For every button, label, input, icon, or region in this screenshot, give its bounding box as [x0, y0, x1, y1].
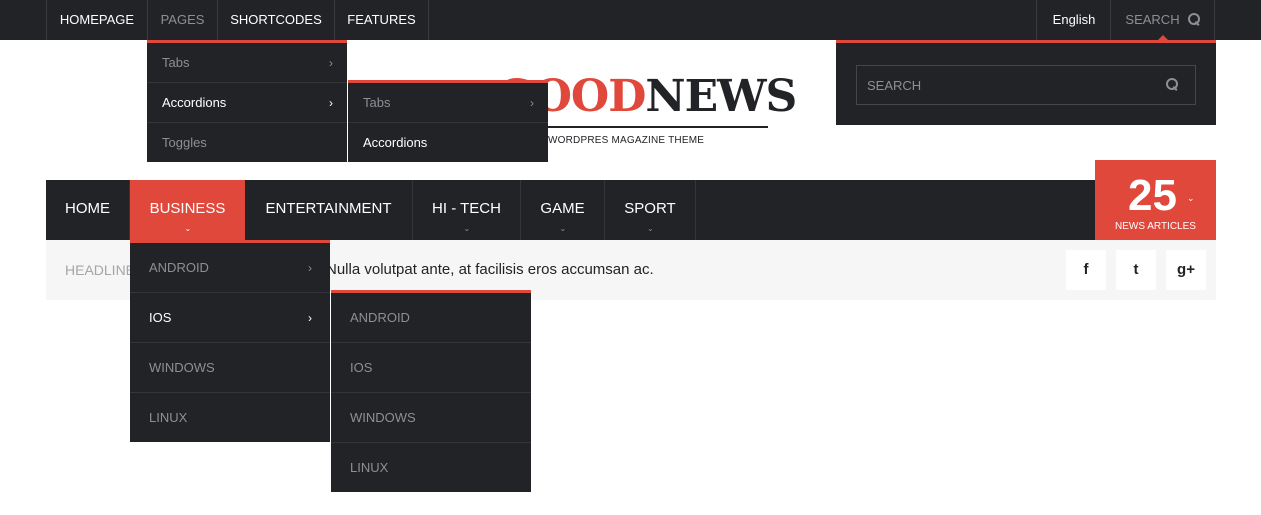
business-submenu-item-ios[interactable]: IOS: [331, 343, 531, 393]
business-menu-item-windows[interactable]: WINDOWS: [130, 343, 330, 393]
business-dropdown: ANDROID › IOS › WINDOWS LINUX: [130, 240, 330, 442]
nav-label: GAME: [540, 200, 585, 217]
pages-menu-item-accordions[interactable]: Accordions ›: [147, 83, 347, 123]
nav-label: BUSINESS: [149, 200, 226, 217]
nav-item-entertainment[interactable]: ENTERTAINMENT: [245, 180, 413, 240]
top-link-features[interactable]: FEATURES: [334, 0, 429, 40]
business-submenu-item-android[interactable]: ANDROID: [331, 293, 531, 343]
pages-menu-item-toggles[interactable]: Toggles: [147, 123, 347, 163]
chevron-down-icon: ⌄: [559, 224, 567, 233]
top-link-shortcodes[interactable]: SHORTCODES: [217, 0, 334, 40]
nav-label: HOME: [65, 200, 110, 217]
chevron-down-icon: ⌄: [1187, 193, 1195, 203]
menu-item-label: ANDROID: [350, 310, 410, 325]
nav-item-game[interactable]: GAME ⌄: [521, 180, 605, 240]
menu-item-label: Tabs: [363, 95, 391, 110]
pages-submenu-item-tabs[interactable]: Tabs ›: [348, 83, 548, 123]
chevron-right-icon: ›: [329, 96, 333, 110]
nav-item-business[interactable]: BUSINESS ⌄: [130, 180, 245, 240]
search-icon: [1187, 13, 1200, 25]
top-search-label: SEARCH: [1125, 12, 1180, 27]
chevron-down-icon: ⌄: [463, 224, 471, 233]
language-selector[interactable]: English: [1036, 0, 1111, 40]
nav-item-sport[interactable]: SPORT ⌄: [605, 180, 696, 240]
top-search-toggle[interactable]: SEARCH: [1110, 0, 1215, 40]
business-submenu-item-linux[interactable]: LINUX: [331, 443, 531, 493]
business-submenu-item-windows[interactable]: WINDOWS: [331, 393, 531, 443]
news-count-label: NEWS ARTICLES: [1115, 221, 1196, 232]
logo-tagline: WORDPRES MAGAZINE THEME: [548, 135, 705, 146]
chevron-right-icon: ›: [308, 261, 312, 275]
top-bar: HOMEPAGE PAGES SHORTCODES FEATURES Engli…: [0, 0, 1261, 40]
search-input[interactable]: [856, 65, 1196, 105]
business-menu-item-ios[interactable]: IOS ›: [130, 293, 330, 343]
chevron-right-icon: ›: [530, 96, 534, 110]
chevron-down-icon: ⌄: [184, 224, 192, 233]
menu-item-label: Tabs: [162, 55, 190, 70]
logo-part-news: NEWS: [645, 71, 797, 122]
nav-label: HI - TECH: [432, 200, 501, 217]
chevron-right-icon: ›: [308, 311, 312, 325]
menu-item-label: Accordions: [162, 95, 227, 110]
menu-item-label: LINUX: [149, 410, 188, 425]
business-menu-item-android[interactable]: ANDROID ›: [130, 243, 330, 293]
menu-item-label: IOS: [350, 360, 373, 375]
business-menu-item-linux[interactable]: LINUX: [130, 393, 330, 443]
pages-menu-item-tabs[interactable]: Tabs ›: [147, 43, 347, 83]
search-panel: [836, 40, 1216, 125]
news-counter[interactable]: 25 ⌄ NEWS ARTICLES: [1095, 160, 1216, 240]
search-icon: [1166, 78, 1178, 90]
pages-submenu-item-accordions[interactable]: Accordions: [348, 123, 548, 163]
menu-item-label: ANDROID: [149, 260, 209, 275]
google-plus-icon[interactable]: g+: [1166, 250, 1206, 290]
nav-item-home[interactable]: HOME: [46, 180, 130, 240]
search-button[interactable]: [1166, 76, 1178, 94]
news-count: 25: [1128, 171, 1177, 220]
chevron-down-icon: ⌄: [647, 224, 654, 233]
chevron-right-icon: ›: [329, 56, 333, 70]
menu-item-label: IOS: [149, 310, 172, 325]
top-link-pages[interactable]: PAGES: [147, 0, 217, 40]
menu-item-label: Accordions: [363, 135, 428, 150]
main-navigation: HOME BUSINESS ⌄ ENTERTAINMENT HI - TECH ⌄ …: [46, 180, 1216, 240]
nav-item-hi-tech[interactable]: HI - TECH ⌄: [413, 180, 521, 240]
pages-submenu: Tabs › Accordions: [348, 80, 548, 162]
top-link-homepage[interactable]: HOMEPAGE: [46, 0, 147, 40]
nav-label: ENTERTAINMENT: [265, 200, 392, 217]
nav-label: SPORT: [624, 200, 676, 217]
menu-item-label: WINDOWS: [350, 410, 416, 425]
menu-item-label: WINDOWS: [149, 360, 215, 375]
menu-item-label: LINUX: [350, 460, 389, 475]
pages-dropdown: Tabs › Accordions › Toggles: [147, 40, 347, 162]
facebook-icon[interactable]: f: [1066, 250, 1106, 290]
business-submenu: ANDROID IOS WINDOWS LINUX: [331, 290, 531, 492]
menu-item-label: Toggles: [162, 135, 207, 150]
twitter-icon[interactable]: t: [1116, 250, 1156, 290]
